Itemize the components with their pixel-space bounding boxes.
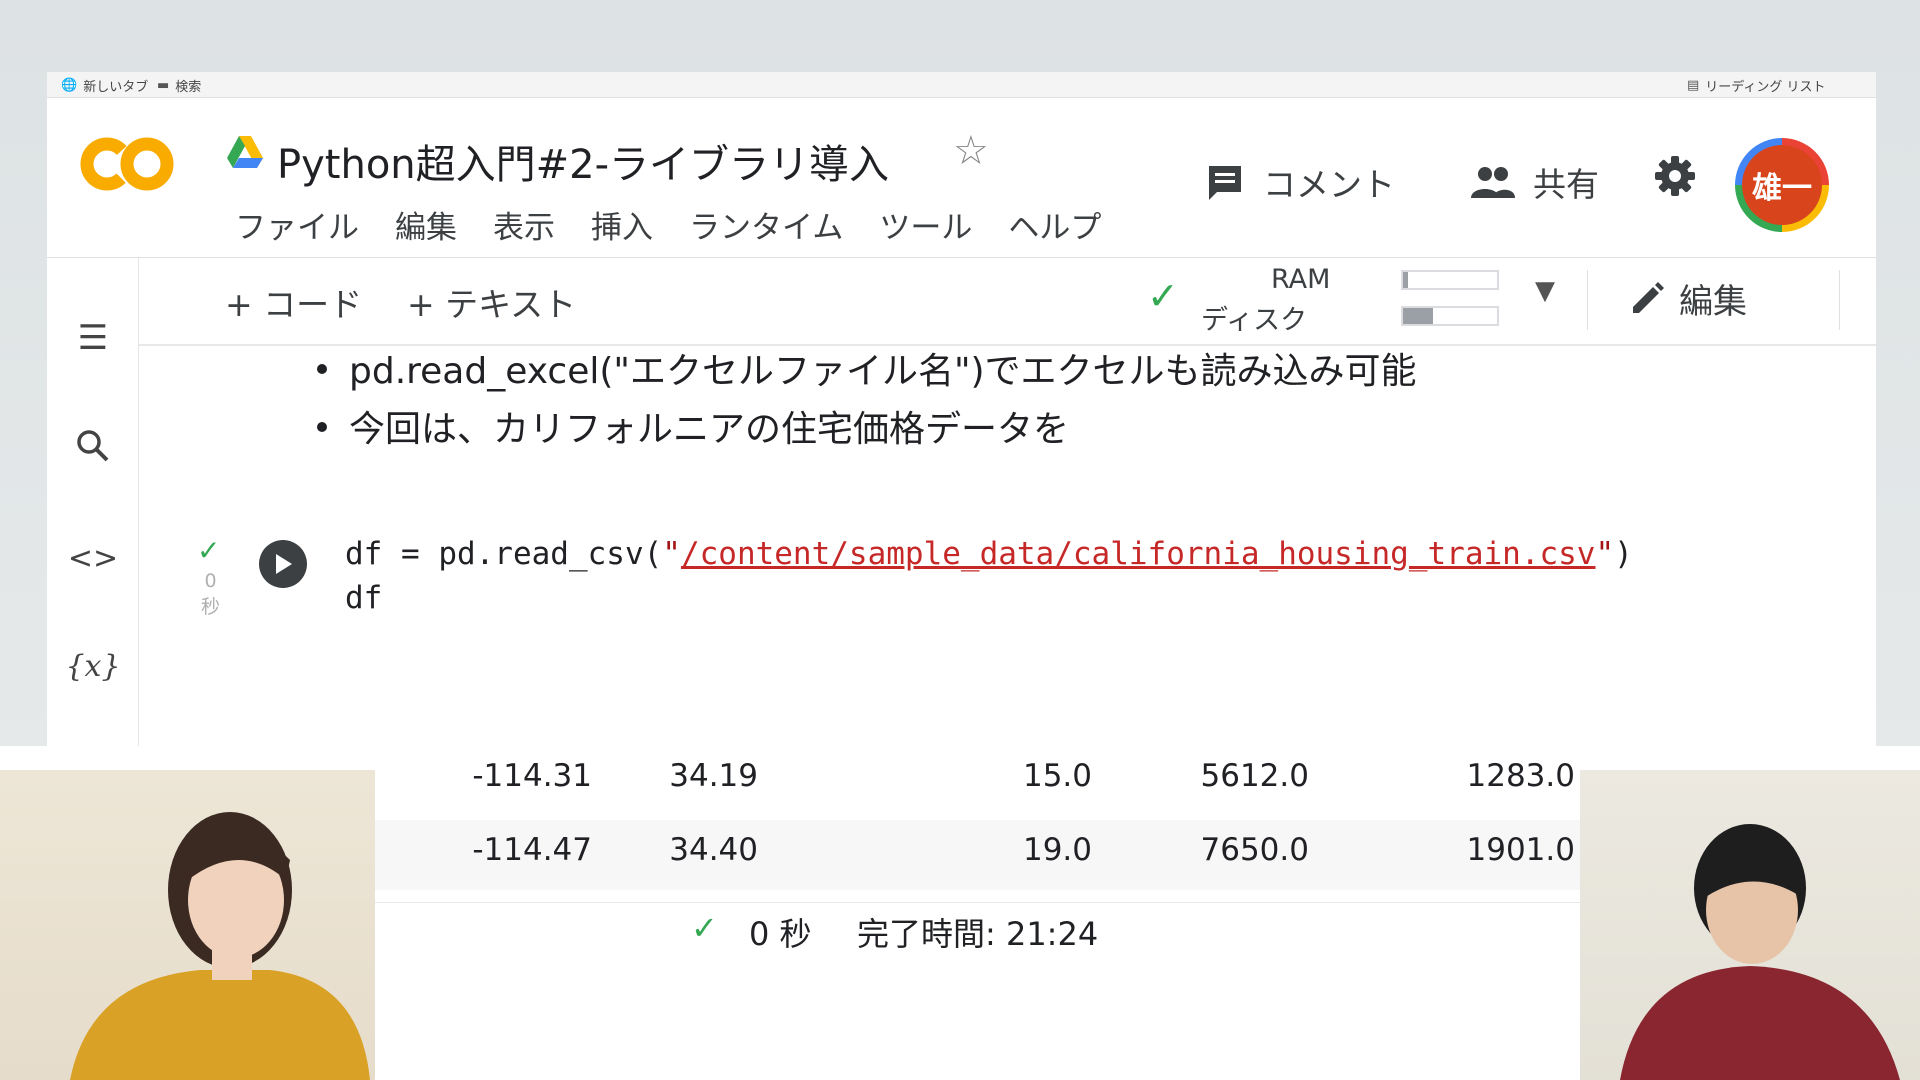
left-sidebar: ☰ <> {x} ▭ <box>47 258 139 818</box>
table-cell: 1901.0 <box>1466 832 1575 868</box>
bullet-dot <box>317 364 327 374</box>
table-cell: 19.0 <box>1022 832 1092 868</box>
variables-icon[interactable]: {x} <box>65 640 120 692</box>
add-text-button[interactable]: + テキスト <box>407 278 576 326</box>
bookmark-label: 新しいタブ <box>83 80 149 95</box>
connected-check-icon: ✓ <box>1147 274 1179 318</box>
table-cell: 5612.0 <box>1200 758 1309 794</box>
bullet-text: pd.read_excel("エクセルファイル名")でエクセルも読み込み可能 <box>349 351 1417 392</box>
bullet-dot <box>317 422 327 432</box>
toolbar-divider <box>1587 270 1588 330</box>
ram-meter[interactable] <box>1401 270 1499 290</box>
menu-runtime[interactable]: ランタイム <box>671 202 861 247</box>
comment-label: コメント <box>1263 165 1395 204</box>
avatar-initials: 雄一 <box>1742 145 1822 225</box>
table-cell: 7650.0 <box>1200 832 1309 868</box>
share-button[interactable]: 共有 <box>1471 158 1599 206</box>
menu-file[interactable]: ファイル <box>217 202 377 247</box>
gear-icon <box>1655 156 1695 196</box>
reading-list-icon: ▤ <box>1687 78 1700 93</box>
bullet-text: 今回は、カリフォルニアの住宅価格データを <box>349 409 1070 450</box>
avatar[interactable]: 雄一 <box>1735 138 1829 232</box>
menu-bar: ファイル 編集 表示 挿入 ランタイム ツール ヘルプ <box>217 202 1119 247</box>
bookmark-label: 検索 <box>175 80 202 95</box>
notebook-toolbar: + コード + テキスト ✓ RAM ディスク ▼ 編集 ︿ <box>139 258 1876 346</box>
google-drive-icon[interactable] <box>225 134 265 170</box>
code-string-quote: " <box>662 536 681 572</box>
notebook-title[interactable]: Python超入門#2-ライブラリ導入 <box>277 132 889 190</box>
colab-header: Python超入門#2-ライブラリ導入 ☆ ファイル 編集 表示 挿入 ランタイ… <box>47 98 1876 258</box>
presenter-video-left <box>0 770 375 1080</box>
pencil-icon <box>1633 281 1664 313</box>
colab-logo[interactable] <box>79 134 175 194</box>
people-icon <box>1471 167 1515 198</box>
table-cell: 1283.0 <box>1466 758 1575 794</box>
status-check-icon: ✓ <box>691 909 718 947</box>
comment-icon <box>1209 166 1241 200</box>
disk-label: ディスク <box>1201 305 1308 336</box>
disk-meter[interactable] <box>1401 306 1499 326</box>
code-line[interactable]: df = pd.read_csv("/content/sample_data/c… <box>345 536 1633 572</box>
chevron-down-icon[interactable]: ▼ <box>1535 276 1555 306</box>
cell-success-check-icon: ✓ <box>197 534 221 567</box>
code-line[interactable]: df <box>345 580 382 616</box>
search-icon[interactable] <box>67 420 119 472</box>
run-cell-button[interactable] <box>259 540 307 588</box>
table-cell: 34.19 <box>669 758 758 794</box>
reading-list-label: リーディング リスト <box>1705 80 1826 95</box>
ram-meter-fill <box>1403 272 1408 288</box>
table-of-contents-icon[interactable]: ☰ <box>67 312 119 364</box>
bookmarks-bar: 🌐 新しいタブ ▬ 検索 ▤ リーディング リスト <box>47 72 1876 98</box>
presenter-man-image <box>1620 824 1900 1080</box>
reading-list-button[interactable]: ▤ リーディング リスト <box>1687 76 1826 95</box>
menu-insert[interactable]: 挿入 <box>573 202 671 247</box>
menu-tools[interactable]: ツール <box>861 202 990 247</box>
code-file-path-link[interactable]: /content/sample_data/california_housing_… <box>681 536 1596 572</box>
play-icon <box>276 554 292 574</box>
share-label: 共有 <box>1533 165 1599 204</box>
code-string-quote: " <box>1595 536 1615 572</box>
edit-button[interactable]: 編集 <box>1629 274 1747 323</box>
presenter-video-right <box>1580 770 1920 1080</box>
toolbar-divider <box>1839 270 1840 330</box>
globe-icon: 🌐 <box>61 78 78 93</box>
status-elapsed: 0 秒 <box>749 915 812 953</box>
text-cell-bullet: 今回は、カリフォルニアの住宅価格データを <box>317 400 1069 452</box>
menu-edit[interactable]: 編集 <box>377 202 475 247</box>
add-code-button[interactable]: + コード <box>225 278 362 326</box>
status-completed-time: 完了時間: 21:24 <box>857 915 1099 953</box>
presenter-woman-image <box>70 812 370 1080</box>
settings-button[interactable] <box>1653 154 1697 198</box>
code-token: ) <box>1614 536 1633 572</box>
code-token: df = pd.read_csv( <box>345 536 663 572</box>
table-cell: 15.0 <box>1022 758 1092 794</box>
disk-meter-fill <box>1403 308 1434 324</box>
text-cell-bullet: pd.read_excel("エクセルファイル名")でエクセルも読み込み可能 <box>317 348 1417 394</box>
edit-label: 編集 <box>1679 282 1747 322</box>
table-cell: 34.40 <box>669 832 758 868</box>
code-snippets-icon[interactable]: <> <box>67 532 119 584</box>
ram-label: RAM <box>1271 264 1331 295</box>
bookmark-search[interactable]: ▬ 検索 <box>157 76 201 95</box>
cell-exec-time: 0 秒 <box>201 570 221 618</box>
star-icon[interactable]: ☆ <box>953 128 989 174</box>
menu-help[interactable]: ヘルプ <box>990 202 1119 247</box>
bookmark-new-tab[interactable]: 🌐 新しいタブ <box>61 76 148 95</box>
status-bar: ✓ 0 秒 完了時間: 21:24 <box>375 902 1580 954</box>
folder-icon: ▬ <box>157 78 170 93</box>
comment-button[interactable]: コメント <box>1205 158 1395 206</box>
menu-view[interactable]: 表示 <box>475 202 573 247</box>
